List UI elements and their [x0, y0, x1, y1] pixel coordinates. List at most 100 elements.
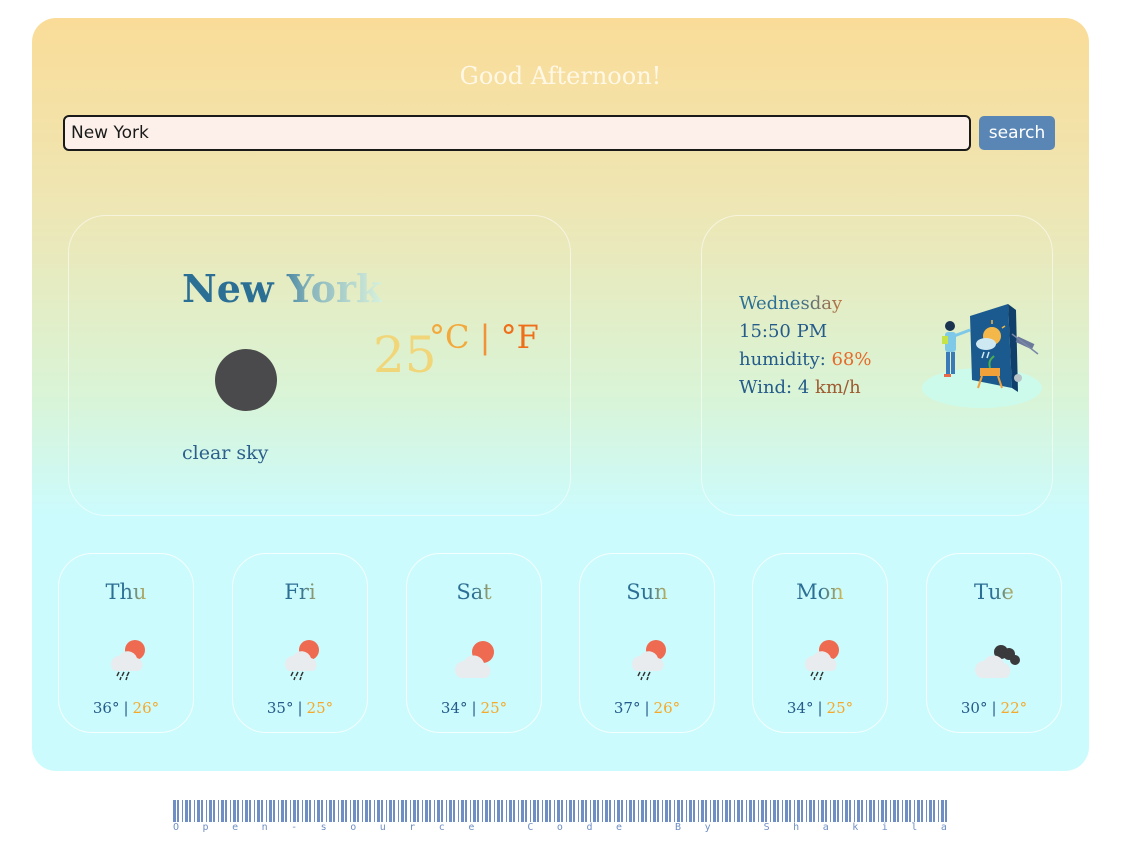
barcode-stripe	[261, 800, 263, 822]
celsius-toggle[interactable]: °C	[429, 318, 469, 356]
barcode-stripe	[614, 800, 615, 822]
rain-sun-icon	[284, 640, 319, 681]
barcode-stripe	[545, 800, 548, 822]
barcode-stripe	[782, 800, 783, 822]
barcode-stripe	[813, 800, 815, 822]
forecast-min: 22°	[1000, 699, 1028, 717]
barcode-stripe	[350, 800, 351, 822]
barcode-stripe	[905, 800, 908, 822]
forecast-card: Sat 34° | 25°	[406, 553, 542, 733]
barcode-stripe	[381, 800, 383, 822]
barcode-stripe	[309, 800, 311, 822]
barcode-stripe	[734, 800, 735, 822]
barcode-stripe	[737, 800, 740, 822]
forecast-day: Fri	[233, 580, 367, 604]
barcode-stripe	[302, 800, 303, 822]
barcode-stripe	[626, 800, 627, 822]
barcode-stripe	[566, 800, 567, 822]
barcode-stripe	[326, 800, 327, 822]
barcode-stripe	[189, 800, 191, 822]
barcode-stripe	[725, 800, 728, 822]
barcode-stripe	[561, 800, 563, 822]
footer-letter	[734, 822, 740, 833]
forecast-min: 25°	[480, 699, 508, 717]
barcode-stripe	[557, 800, 560, 822]
footer-letter: s	[320, 822, 327, 833]
search-button[interactable]: search	[979, 116, 1055, 150]
barcode-stripe	[201, 800, 203, 822]
barcode-stripe	[825, 800, 827, 822]
barcode-stripe	[794, 800, 795, 822]
barcode-stripe	[806, 800, 807, 822]
barcode-stripe	[362, 800, 363, 822]
barcode-stripe	[590, 800, 591, 822]
barcode-stripe	[909, 800, 911, 822]
barcode-stripe	[686, 800, 687, 822]
barcode-stripe	[278, 800, 279, 822]
barcode-stripe	[249, 800, 251, 822]
barcode-stripe	[525, 800, 527, 822]
barcode-stripe	[785, 800, 788, 822]
footer-letter: p	[202, 822, 209, 833]
wind-label: Wind: 4	[739, 377, 816, 398]
barcode-stripe	[494, 800, 495, 822]
fahrenheit-toggle[interactable]: °F	[501, 318, 539, 356]
unit-separator: |	[479, 318, 491, 356]
day-line: Wednesday	[739, 293, 842, 314]
footer-letter: n	[261, 822, 268, 833]
barcode-stripe	[405, 800, 407, 822]
barcode-stripe	[741, 800, 743, 822]
forecast-card: Thu 36° | 26°	[58, 553, 194, 733]
barcode-graphic	[173, 800, 947, 822]
barcode-stripe	[641, 800, 644, 822]
barcode-stripe	[501, 800, 503, 822]
barcode-stripe	[333, 800, 335, 822]
barcode-stripe	[653, 800, 656, 822]
forecast-temps: 34° | 25°	[407, 699, 541, 717]
barcode-stripe	[893, 800, 896, 822]
barcode-stripe	[506, 800, 507, 822]
footer-letter: S	[763, 822, 770, 833]
barcode-stripe	[446, 800, 447, 822]
barcode-stripe	[674, 800, 675, 822]
barcode-stripe	[321, 800, 323, 822]
barcode-stripe	[353, 800, 356, 822]
barcode-stripe	[854, 800, 855, 822]
barcode-stripe	[237, 800, 239, 822]
city-search-input[interactable]	[63, 115, 971, 151]
forecast-temps: 37° | 26°	[580, 699, 714, 717]
footer: Op e n - s o u r c e Co d e By Sh a k i l a	[173, 800, 947, 836]
barcode-stripe	[489, 800, 491, 822]
barcode-stripe	[698, 800, 699, 822]
barcode-stripe	[266, 800, 267, 822]
barcode-stripe	[482, 800, 483, 822]
footer-letter: o	[556, 822, 563, 833]
rain-sun-icon	[110, 640, 145, 681]
footer-letter: d	[586, 822, 593, 833]
unit-toggle: °C | °F	[429, 318, 539, 356]
barcode-stripe	[542, 800, 543, 822]
forecast-max: 35°	[266, 699, 294, 717]
forecast-max: 37°	[613, 699, 641, 717]
barcode-stripe	[921, 800, 923, 822]
cloud-sun-icon	[454, 641, 494, 678]
humidity-label: humidity:	[739, 349, 832, 370]
barcode-stripe	[609, 800, 611, 822]
barcode-stripe	[573, 800, 575, 822]
forecast-separator: |	[123, 699, 129, 717]
source-code-link[interactable]: Op e n - s o u r c e Co d e By Sh a k i l a	[173, 822, 947, 833]
city-name: New York	[182, 266, 383, 311]
barcode-stripe	[513, 800, 515, 822]
barcode-stripe	[554, 800, 555, 822]
forecast-separator: |	[817, 699, 823, 717]
barcode-stripe	[417, 800, 419, 822]
barcode-stripe	[873, 800, 875, 822]
barcode-stripe	[597, 800, 599, 822]
barcode-stripe	[470, 800, 471, 822]
time-line: 15:50 PM	[739, 321, 827, 342]
footer-letter: O	[173, 822, 180, 833]
barcode-stripe	[369, 800, 371, 822]
barcode-stripe	[929, 800, 932, 822]
barcode-stripe	[233, 800, 236, 822]
barcode-stripe	[398, 800, 399, 822]
